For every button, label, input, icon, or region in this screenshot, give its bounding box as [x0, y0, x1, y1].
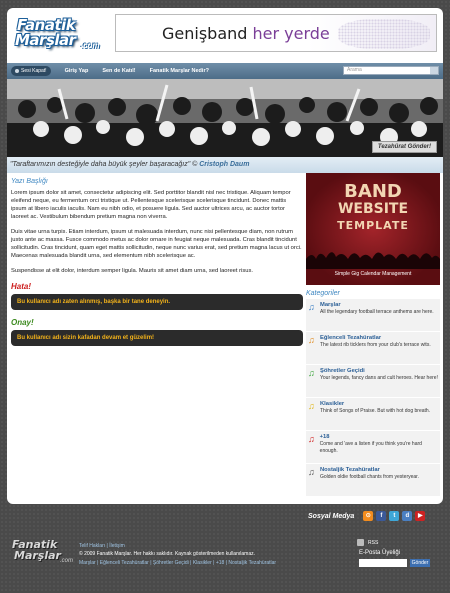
social-media-bar: Sosyal Medya ⊙ f t d ▶ — [308, 511, 426, 521]
ad-line1: BAND — [344, 181, 402, 202]
quote-text: "Taraftarımızın desteğiyle daha büyük şe… — [10, 161, 200, 168]
quote-author: Cristoph Daum — [199, 161, 250, 168]
categories-heading: Kategoriler — [306, 290, 340, 297]
footer-links[interactable]: Telif Hakları | İletişim — [79, 543, 125, 549]
world-map-graphic — [338, 19, 430, 49]
twitter-icon[interactable]: t — [389, 511, 400, 521]
music-note-icon: ♫ — [308, 401, 315, 411]
search-placeholder: Arama — [347, 67, 362, 73]
category-item[interactable]: ♫ Marşlar All the legendary football terra… — [306, 299, 440, 332]
category-desc: Come and 'ave a listen if you think you'… — [319, 441, 422, 454]
sound-toggle-button[interactable]: Sesi Kapat! — [11, 66, 51, 76]
crowd-silhouette — [306, 252, 440, 269]
category-item[interactable]: ♫ Nostaljik Tezahüratlar Golden oldie foot… — [306, 464, 440, 497]
category-desc: Your legends, fancy dans and cult heroes… — [320, 375, 438, 381]
delicious-icon[interactable]: d — [402, 511, 413, 521]
ad-line3: TEMPLATE — [337, 219, 409, 232]
social-label: Sosyal Medya — [308, 512, 355, 520]
post-title: Yazı Başlığı — [11, 178, 48, 185]
sound-toggle-label: Sesi Kapat! — [21, 68, 47, 74]
category-title[interactable]: Şöhretler Geçidi — [320, 368, 438, 374]
category-desc: Golden oldie football chants from yester… — [320, 474, 419, 480]
logo-line2: Marşlar — [15, 31, 76, 49]
paragraph: Suspendisse at elit dolor, interdum semp… — [11, 268, 253, 274]
rss-icon — [357, 539, 364, 546]
sidebar: BAND WEBSITE TEMPLATE Simple Gig Calenda… — [306, 173, 440, 497]
category-title[interactable]: +18 — [320, 434, 438, 440]
category-item[interactable]: ♫ Şöhretler Geçidi Your legends, fancy dan… — [306, 365, 440, 398]
newsletter-email-input[interactable] — [359, 559, 407, 567]
ad-line2: WEBSITE — [337, 201, 409, 217]
category-item[interactable]: ♫ +18 Come and 'ave a listen if you think … — [306, 431, 440, 464]
error-title: Hata! — [11, 282, 32, 291]
page-container: Fanatik Marşlar .com Genişband her yerde… — [7, 8, 443, 504]
ad-tagline: Simple Gig Calendar Management — [334, 271, 412, 277]
band-template-ad[interactable]: BAND WEBSITE TEMPLATE Simple Gig Calenda… — [306, 173, 440, 285]
category-desc: The latest rib ticklers from your club's… — [320, 342, 431, 348]
rss-icon[interactable]: ⊙ — [363, 511, 374, 521]
nav-link-login[interactable]: Giriş Yap — [65, 68, 89, 74]
music-note-icon: ♫ — [308, 368, 315, 378]
nav-bar: Sesi Kapat! Giriş Yap Sen de Katıl! Fana… — [7, 63, 443, 79]
music-note-icon: ♫ — [308, 434, 315, 444]
category-list: ♫ Marşlar All the legendary football terra… — [306, 299, 440, 497]
youtube-icon[interactable]: ▶ — [415, 511, 426, 521]
music-note-icon: ♫ — [308, 302, 315, 312]
footer-category-links[interactable]: Marşlar | Eğlenceli Tezahüratlar | Şöhre… — [79, 560, 276, 566]
category-desc: All the legendary football terrace anthe… — [320, 309, 434, 315]
banner-text: Genişband her yerde — [162, 24, 330, 43]
facebook-icon[interactable]: f — [376, 511, 387, 521]
category-title[interactable]: Marşlar — [320, 302, 434, 308]
hero-image: Tezahürat Gönder! — [7, 79, 443, 157]
footer-rss-link[interactable]: RSS — [357, 539, 378, 546]
paragraph: Duis vitae urna turpis. Etiam interdum, … — [11, 229, 302, 259]
music-note-icon: ♫ — [308, 467, 315, 477]
ad-banner[interactable]: Genişband her yerde — [115, 14, 437, 52]
nav-link-about[interactable]: Fanatik Marşlar Nedir? — [150, 68, 209, 74]
speaker-icon — [15, 69, 19, 73]
footer: Fanatik Marşlar .com Telif Hakları | İle… — [12, 538, 430, 567]
newsletter-submit-button[interactable]: Gönder — [410, 559, 430, 567]
copyright-text: © 2009 Fanatik Marşlar. Her hakkı saklıd… — [79, 551, 255, 557]
site-logo[interactable]: Fanatik Marşlar .com — [13, 14, 117, 52]
error-message: Bu kullanıcı adı zaten alınmış, başka bi… — [11, 294, 303, 310]
success-title: Onay! — [11, 318, 34, 327]
success-message: Bu kullanıcı adı sizin kafadan devam et … — [11, 330, 303, 346]
logo-suffix: .com — [81, 41, 100, 50]
paragraph: Lorem ipsum dolor sit amet, consectetur … — [11, 190, 291, 220]
quote-bar: "Taraftarımızın desteğiyle daha büyük şe… — [7, 157, 443, 173]
category-desc: Think of Songs of Praise. But with hot d… — [320, 408, 431, 414]
main-content: Yazı Başlığı Lorem ipsum dolor sit amet,… — [11, 178, 303, 346]
search-icon[interactable] — [430, 67, 438, 74]
category-title[interactable]: Klasikler — [320, 401, 430, 407]
newsletter-title: E-Posta Üyeliği — [359, 550, 401, 556]
music-note-icon: ♫ — [308, 335, 315, 345]
category-title[interactable]: Eğlenceli Tezahüratlar — [320, 335, 431, 341]
category-item[interactable]: ♫ Klasikler Think of Songs of Praise. But … — [306, 398, 440, 431]
category-title[interactable]: Nostaljik Tezahüratlar — [320, 467, 419, 473]
nav-link-signup[interactable]: Sen de Katıl! — [102, 68, 135, 74]
search-input[interactable]: Arama — [343, 66, 439, 75]
category-item[interactable]: ♫ Eğlenceli Tezahüratlar The latest rib ti… — [306, 332, 440, 365]
send-chant-button[interactable]: Tezahürat Gönder! — [371, 141, 437, 153]
